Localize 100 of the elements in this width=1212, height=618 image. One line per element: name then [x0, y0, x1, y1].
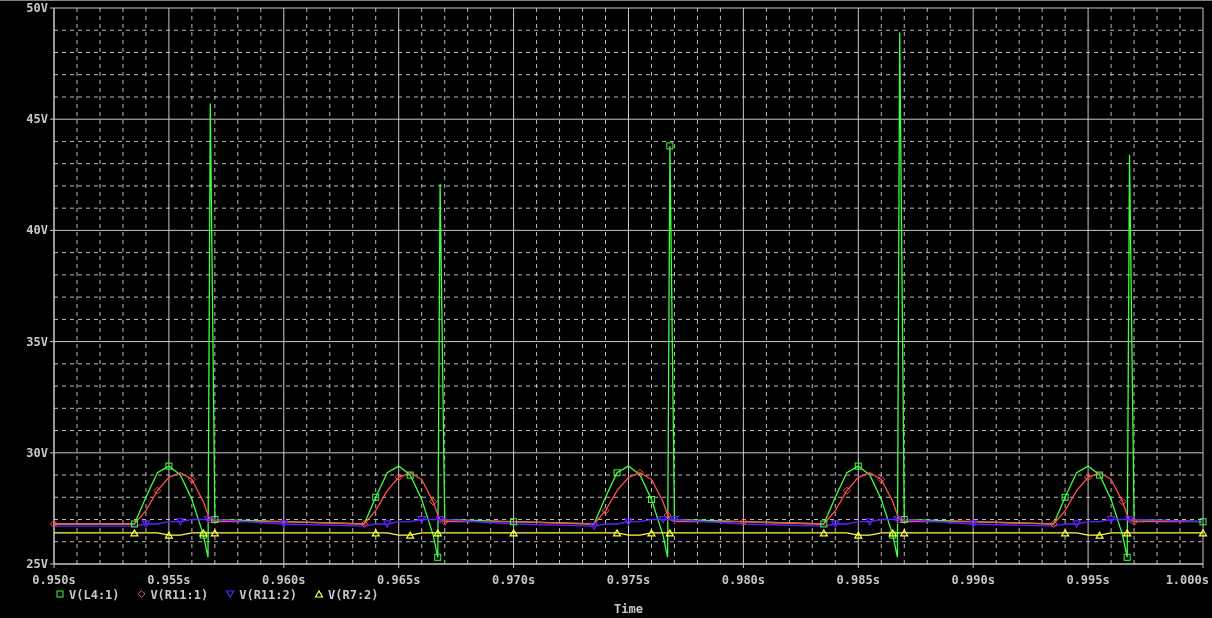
up-triangle-marker-icon: [646, 528, 657, 537]
square-marker-icon: [1123, 553, 1131, 561]
diamond-marker-icon: [842, 486, 851, 495]
square-marker-icon: [613, 469, 621, 477]
up-triangle-marker-icon: [1060, 528, 1070, 537]
up-triangle-marker-icon: [371, 528, 381, 537]
diamond-marker-icon: [1084, 473, 1093, 482]
down-triangle-marker-icon: [830, 520, 840, 529]
x-axis-label: 0.975s: [606, 573, 651, 587]
square-marker-icon: [648, 496, 655, 503]
down-triangle-marker-icon: [203, 515, 213, 524]
up-triangle-marker-icon: [1198, 528, 1208, 537]
down-triangle-marker-icon: [968, 520, 978, 529]
square-marker-icon: [510, 518, 518, 526]
diamond-marker-icon: [394, 473, 403, 482]
up-triangle-marker-icon: [899, 528, 909, 537]
y-axis-label: 50V: [26, 1, 48, 15]
x-axis-label: 0.960s: [262, 573, 306, 587]
legend-label: V(R11:1): [150, 588, 209, 602]
y-axis-label: 30V: [26, 445, 48, 460]
legend-label: V(L4:1): [69, 588, 120, 602]
square-marker-icon: [199, 531, 207, 539]
diamond-marker-icon: [50, 519, 58, 528]
up-triangle-marker-icon: [210, 528, 220, 537]
down-triangle-marker-icon: [658, 515, 668, 524]
y-axis-label: 45V: [26, 112, 48, 127]
up-triangle-marker-icon: [665, 528, 675, 537]
up-triangle-marker-icon: [1122, 528, 1132, 537]
diamond-marker-icon: [206, 515, 215, 524]
square-marker-icon: [211, 516, 219, 523]
down-triangle-marker-icon: [865, 518, 875, 526]
diamond-marker-icon: [895, 515, 904, 524]
down-triangle-marker-icon: [175, 518, 185, 526]
square-marker-icon: [1096, 471, 1104, 479]
diamond-marker-icon: [1118, 497, 1127, 506]
down-triangle-marker-icon: [892, 515, 902, 524]
up-triangle-marker-icon: [1095, 530, 1105, 539]
x-axis-label: 0.985s: [836, 573, 880, 587]
down-triangle-marker-icon: [141, 520, 151, 529]
down-triangle-marker-icon: [279, 520, 289, 529]
square-marker-icon: [889, 531, 897, 539]
x-axis-label: 0.990s: [951, 573, 995, 587]
up-triangle-marker-icon: [129, 528, 139, 537]
square-marker-icon: [820, 520, 828, 528]
down-triangle-marker-icon: [1124, 515, 1134, 524]
x-axis-label: 0.980s: [721, 573, 766, 587]
up-triangle-marker-icon: [433, 528, 443, 537]
down-triangle-marker-icon: [225, 590, 235, 599]
x-axis-title: Time: [614, 602, 643, 616]
diamond-marker-icon: [187, 475, 196, 484]
down-triangle-marker-icon: [417, 515, 427, 524]
up-triangle-marker-icon: [198, 528, 208, 537]
square-marker-icon: [900, 516, 908, 523]
down-triangle-marker-icon: [589, 522, 599, 531]
legend-label: V(R7:2): [328, 588, 379, 602]
up-triangle-marker-icon: [509, 528, 519, 537]
down-triangle-marker-icon: [669, 515, 679, 524]
down-triangle-marker-icon: [382, 520, 392, 529]
x-axis-label: 0.995s: [1066, 573, 1110, 587]
y-axis-label: 35V: [26, 334, 48, 349]
x-axis-label: 0.950s: [32, 573, 76, 587]
diamond-marker-icon: [429, 497, 438, 506]
up-triangle-marker-icon: [819, 528, 829, 537]
square-marker-icon: [1199, 518, 1207, 526]
square-marker-icon: [666, 142, 674, 150]
diamond-marker-icon: [153, 486, 162, 495]
diamond-marker-icon: [739, 517, 748, 526]
up-triangle-marker-icon: [164, 530, 174, 539]
down-triangle-marker-icon: [1072, 520, 1082, 529]
legend-label: V(R11:2): [239, 588, 297, 602]
y-axis-label: 25V: [26, 557, 48, 571]
diamond-marker-icon: [137, 590, 146, 598]
square-marker-icon: [372, 493, 380, 501]
square-marker-icon: [130, 520, 138, 528]
diamond-marker-icon: [877, 475, 886, 484]
diamond-marker-icon: [1130, 517, 1139, 526]
up-triangle-marker-icon: [612, 528, 622, 537]
x-axis-label: 1.000s: [1165, 573, 1209, 587]
diamond-marker-icon: [360, 519, 369, 528]
up-triangle-marker-icon: [853, 530, 863, 539]
y-axis-label: 40V: [26, 223, 48, 238]
x-axis-label: 0.970s: [491, 573, 536, 587]
up-triangle-marker-icon: [405, 530, 415, 539]
x-axis-label: 0.955s: [147, 573, 191, 587]
square-marker-icon: [854, 462, 862, 470]
diamond-marker-icon: [1049, 519, 1058, 528]
down-triangle-marker-icon: [1106, 515, 1116, 524]
square-marker-icon: [165, 462, 173, 470]
down-triangle-marker-icon: [435, 515, 445, 524]
square-marker-icon: [56, 590, 64, 598]
down-triangle-marker-icon: [623, 518, 634, 526]
up-triangle-marker-icon: [888, 528, 898, 537]
up-triangle-marker-icon: [314, 589, 324, 598]
x-axis-label: 0.965s: [377, 573, 421, 587]
diamond-marker-icon: [601, 506, 610, 515]
diamond-marker-icon: [440, 517, 449, 526]
square-marker-icon: [1061, 493, 1069, 501]
square-marker-icon: [434, 553, 442, 561]
square-marker-icon: [406, 471, 414, 479]
diamond-marker-icon: [663, 511, 672, 520]
